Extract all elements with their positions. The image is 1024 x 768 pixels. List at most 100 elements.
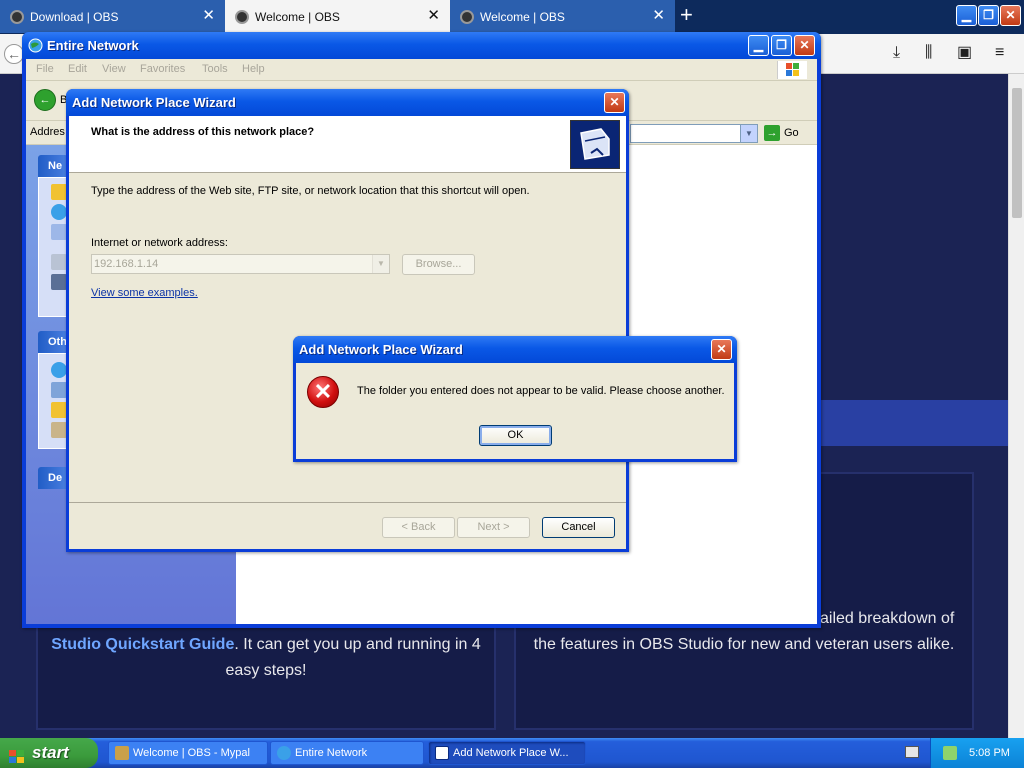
sidebar-icon[interactable]: ▣ bbox=[957, 44, 972, 62]
browser-tab-welcome-obs-active[interactable]: Welcome | OBS ✕ bbox=[225, 0, 450, 33]
ok-button[interactable]: OK bbox=[479, 425, 552, 446]
go-button[interactable]: → Go bbox=[764, 125, 799, 141]
network-address-value: 192.168.1.14 bbox=[94, 258, 159, 270]
address-input[interactable]: ▼ bbox=[630, 124, 758, 143]
error-message: The folder you entered does not appear t… bbox=[357, 385, 725, 397]
library-icon[interactable]: ⫼ bbox=[925, 44, 932, 62]
explorer-close-button[interactable]: ✕ bbox=[794, 35, 815, 56]
browser-close-button[interactable]: ✕ bbox=[1000, 5, 1021, 26]
keyboard-icon[interactable] bbox=[905, 746, 919, 758]
wizard-description: Type the address of the Web site, FTP si… bbox=[91, 185, 530, 197]
taskbar-item-label: Entire Network bbox=[295, 747, 368, 759]
wizard-close-button[interactable]: ✕ bbox=[604, 92, 625, 113]
taskbar-item-wizard[interactable]: Add Network Place W... bbox=[428, 741, 586, 765]
view-examples-link[interactable]: View some examples. bbox=[91, 287, 198, 299]
printers-icon[interactable] bbox=[51, 422, 67, 438]
start-label: start bbox=[32, 743, 69, 762]
other-places-header[interactable]: Oth bbox=[38, 331, 68, 353]
security-shield-icon[interactable] bbox=[943, 746, 957, 760]
menu-edit[interactable]: Edit bbox=[68, 63, 87, 75]
chevron-down-icon[interactable]: ▼ bbox=[372, 255, 389, 273]
browser-back-button[interactable]: ← bbox=[4, 44, 24, 64]
obs-logo-icon bbox=[235, 9, 249, 24]
add-network-place-icon[interactable] bbox=[51, 184, 67, 200]
network-globe-icon bbox=[28, 35, 43, 53]
explorer-back-icon[interactable]: ← bbox=[34, 89, 56, 111]
add-network-place-wizard: Add Network Place Wizard ✕ What is the a… bbox=[66, 89, 629, 552]
hamburger-menu-icon[interactable]: ≡ bbox=[995, 44, 1004, 62]
address-label: Addres bbox=[30, 126, 65, 138]
windows-flag-icon bbox=[777, 61, 807, 79]
error-dialog-body: ✕ The folder you entered does not appear… bbox=[296, 363, 734, 459]
browser-scrollbar[interactable] bbox=[1008, 74, 1024, 738]
system-tray: 5:08 PM bbox=[905, 738, 1024, 768]
next-button[interactable]: Next > bbox=[457, 517, 530, 538]
quickstart-text-line2: easy steps! bbox=[225, 662, 307, 679]
my-computer-icon[interactable] bbox=[51, 382, 67, 398]
menu-file[interactable]: File bbox=[36, 63, 54, 75]
browser-tab-download-obs[interactable]: Download | OBS ✕ bbox=[0, 0, 225, 33]
tab-title: Download | OBS bbox=[30, 9, 119, 24]
scrollbar-thumb[interactable] bbox=[1012, 88, 1022, 218]
explorer-title-bar[interactable]: Entire Network bbox=[22, 32, 821, 59]
close-tab-icon[interactable]: ✕ bbox=[427, 8, 440, 23]
tab-title: Welcome | OBS bbox=[480, 9, 565, 24]
error-dialog-close-button[interactable]: ✕ bbox=[711, 339, 732, 360]
taskbar-item-entire-network[interactable]: Entire Network bbox=[270, 741, 424, 765]
wizard-title-bar[interactable]: Add Network Place Wizard bbox=[66, 89, 629, 116]
quickstart-text: . It can get you up and running in 4 bbox=[234, 636, 481, 653]
windows-taskbar: start Welcome | OBS - Mypal Entire Netwo… bbox=[0, 738, 1024, 768]
wizard-body: What is the address of this network plac… bbox=[69, 116, 626, 549]
menu-view[interactable]: View bbox=[102, 63, 126, 75]
home-network-icon[interactable] bbox=[51, 254, 67, 270]
explorer-menu-bar: File Edit View Favorites Tools Help bbox=[26, 59, 817, 81]
wizard-heading: What is the address of this network plac… bbox=[91, 126, 315, 138]
menu-favorites[interactable]: Favorites bbox=[140, 63, 185, 75]
taskbar-item-label: Add Network Place W... bbox=[453, 747, 569, 759]
clock[interactable]: 5:08 PM bbox=[969, 738, 1010, 768]
new-tab-button[interactable]: + bbox=[680, 4, 693, 26]
network-folder-icon bbox=[570, 120, 620, 169]
page-banner-stripe bbox=[820, 400, 1008, 446]
explorer-minimize-button[interactable]: ▁ bbox=[748, 35, 769, 56]
quickstart-guide-link[interactable]: Studio Quickstart Guide bbox=[51, 636, 234, 653]
error-icon: ✕ bbox=[307, 376, 339, 408]
network-address-combobox[interactable]: 192.168.1.14 ▼ bbox=[91, 254, 390, 274]
network-address-label: Internet or network address: bbox=[91, 237, 228, 249]
my-documents-icon[interactable] bbox=[51, 402, 67, 418]
tab-title: Welcome | OBS bbox=[255, 9, 340, 24]
wizard-header: What is the address of this network plac… bbox=[69, 116, 626, 173]
wizard-window-icon bbox=[435, 746, 449, 760]
back-button[interactable]: < Back bbox=[382, 517, 455, 538]
menu-help[interactable]: Help bbox=[242, 63, 265, 75]
browser-minimize-button[interactable]: ▁ bbox=[956, 5, 977, 26]
error-dialog-title-bar[interactable]: Add Network Place Wizard bbox=[293, 336, 737, 363]
overview-text-line2: the features in OBS Studio for new and v… bbox=[533, 636, 955, 653]
browser-tab-welcome-obs[interactable]: Welcome | OBS ✕ bbox=[450, 0, 675, 33]
start-button[interactable]: start bbox=[0, 738, 98, 768]
address-dropdown-icon[interactable]: ▼ bbox=[740, 125, 757, 142]
close-tab-icon[interactable]: ✕ bbox=[652, 8, 665, 23]
browser-maximize-button[interactable]: ❐ bbox=[978, 5, 999, 26]
browse-button[interactable]: Browse... bbox=[402, 254, 475, 275]
network-tasks-header[interactable]: Ne bbox=[38, 155, 68, 177]
details-header[interactable]: De bbox=[38, 467, 68, 489]
close-tab-icon[interactable]: ✕ bbox=[202, 8, 215, 23]
obs-logo-icon bbox=[460, 9, 474, 24]
wizard-title: Add Network Place Wizard bbox=[72, 95, 236, 110]
quickstart-text-line1: Studio Quickstart Guide. It can get you … bbox=[40, 632, 492, 658]
cancel-button[interactable]: Cancel bbox=[542, 517, 615, 538]
internet-icon[interactable] bbox=[51, 362, 67, 378]
browser-tab-bar: Download | OBS ✕ Welcome | OBS ✕ Welcome… bbox=[0, 0, 1024, 34]
download-icon[interactable]: ⤓ bbox=[893, 44, 900, 62]
go-arrow-icon: → bbox=[764, 125, 780, 141]
wireless-icon[interactable] bbox=[51, 224, 67, 240]
taskbar-item-mypal[interactable]: Welcome | OBS - Mypal bbox=[108, 741, 268, 765]
overview-text-line1: ailed breakdown of bbox=[820, 610, 955, 627]
network-connections-icon[interactable] bbox=[51, 204, 67, 220]
workgroup-icon[interactable] bbox=[51, 274, 67, 290]
explorer-maximize-button[interactable]: ❐ bbox=[771, 35, 792, 56]
wizard-divider bbox=[69, 502, 626, 503]
menu-tools[interactable]: Tools bbox=[202, 63, 228, 75]
explorer-title: Entire Network bbox=[47, 38, 139, 53]
